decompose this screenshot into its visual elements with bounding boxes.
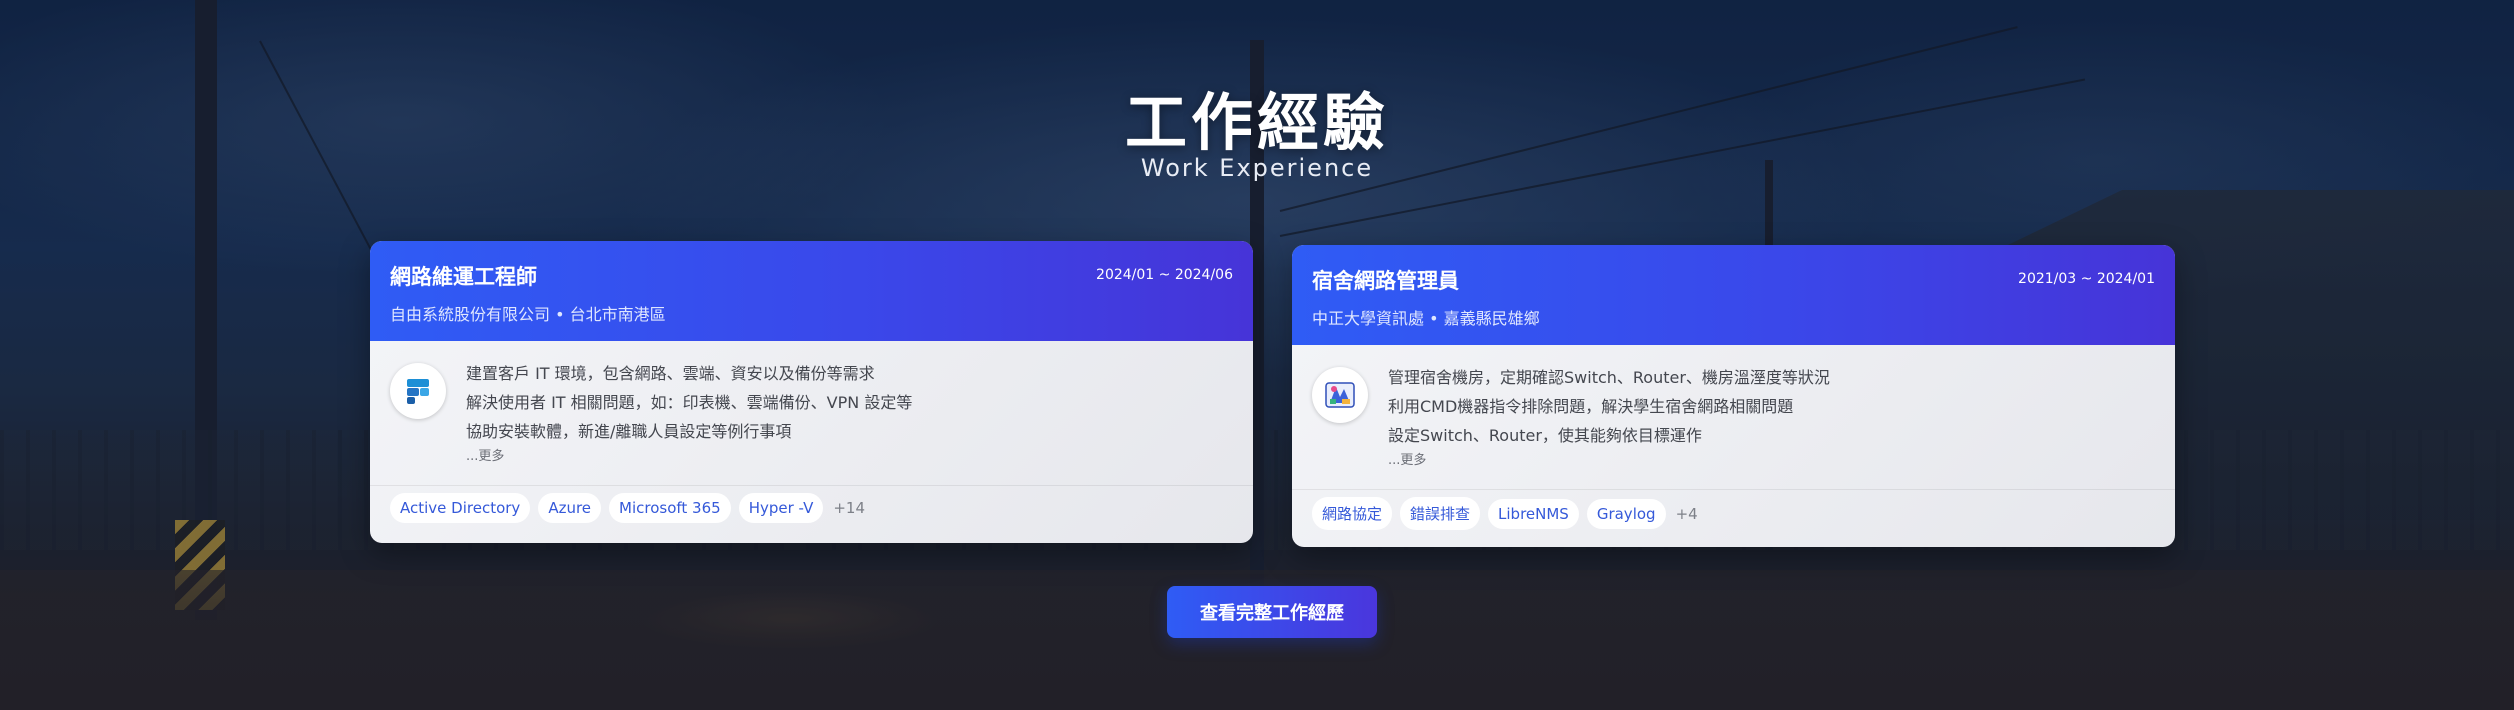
university-logo-icon — [1312, 367, 1368, 423]
skill-tags: Active Directory Azure Microsoft 365 Hyp… — [390, 493, 865, 523]
company-location: 自由系統股份有限公司 • 台北市南港區 — [390, 305, 666, 324]
divider — [370, 485, 1253, 486]
skill-tag: Microsoft 365 — [609, 493, 731, 523]
date-range: 2021/03 ~ 2024/01 — [2018, 271, 2155, 287]
company-logo-icon — [390, 363, 446, 419]
skill-tag: Graylog — [1586, 498, 1666, 529]
skill-tags: 網路協定 錯誤排查 LibreNMS Graylog +4 — [1312, 497, 1698, 530]
experience-card-body: 建置客戶 IT 環境，包含網路、雲端、資安以及備份等需求 解決使用者 IT 相關… — [370, 341, 1253, 485]
skill-tag: Active Directory — [390, 493, 531, 523]
more-link[interactable]: ...更多 — [1388, 451, 2155, 471]
duty-item: 管理宿舍機房，定期確認Switch、Router、機房溫溼度等狀況 — [1388, 368, 1830, 387]
date-range: 2024/01 ~ 2024/06 — [1096, 267, 1233, 283]
experience-card[interactable]: 宿舍網路管理員 中正大學資訊處 • 嘉義縣民雄鄉 2021/03 ~ 2024/… — [1292, 245, 2175, 547]
experience-card-header: 網路維運工程師 自由系統股份有限公司 • 台北市南港區 2024/01 ~ 20… — [370, 241, 1253, 341]
divider — [1292, 489, 2175, 490]
skill-tag: Azure — [538, 493, 602, 523]
experience-card[interactable]: 網路維運工程師 自由系統股份有限公司 • 台北市南港區 2024/01 ~ 20… — [370, 241, 1253, 543]
more-tags-count[interactable]: +14 — [831, 499, 865, 517]
duty-item: 建置客戶 IT 環境，包含網路、雲端、資安以及備份等需求 — [466, 364, 875, 383]
more-link[interactable]: ...更多 — [466, 447, 1233, 467]
experience-card-header: 宿舍網路管理員 中正大學資訊處 • 嘉義縣民雄鄉 2021/03 ~ 2024/… — [1292, 245, 2175, 345]
duty-item: 設定Switch、Router，使其能夠依目標運作 — [1388, 426, 1702, 445]
section-subtitle: Work Experience — [1140, 154, 1374, 182]
section-title: 工作經驗 — [1124, 86, 1389, 159]
company-location: 中正大學資訊處 • 嘉義縣民雄鄉 — [1312, 309, 1540, 328]
experience-card-body: 管理宿舍機房，定期確認Switch、Router、機房溫溼度等狀況 利用CMD機… — [1292, 345, 2175, 489]
skill-tag: Hyper -V — [738, 493, 824, 523]
view-full-experience-button[interactable]: 查看完整工作經歷 — [1167, 586, 1377, 638]
skill-tag: 錯誤排查 — [1400, 497, 1481, 530]
more-tags-count[interactable]: +4 — [1674, 505, 1698, 523]
skill-tag: LibreNMS — [1488, 498, 1579, 529]
duty-item: 解決使用者 IT 相關問題，如：印表機、雲端備份、VPN 設定等 — [466, 393, 913, 412]
duty-item: 協助安裝軟體，新進/離職人員設定等例行事項 — [466, 422, 792, 441]
duty-item: 利用CMD機器指令排除問題，解決學生宿舍網路相關問題 — [1388, 397, 1794, 416]
skill-tag: 網路協定 — [1312, 497, 1393, 530]
